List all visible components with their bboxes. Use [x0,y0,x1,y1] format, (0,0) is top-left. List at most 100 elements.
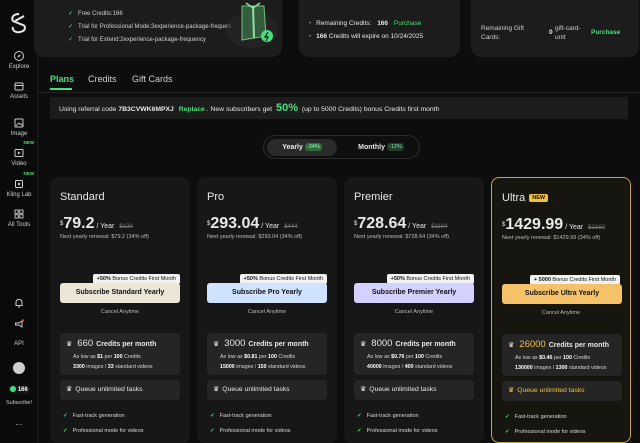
grid-icon [14,209,24,219]
monthly-discount-badge: -12% [386,143,404,151]
cancel-anytime-note: Cancel Anytime [541,310,581,316]
sidebar-item-assets[interactable]: Assets [0,80,38,100]
subscribe-label: Subscribe! [6,400,32,406]
gift-label: Remaining Gift Cards: [481,25,524,41]
renewal-note: Next yearly renewal: $728.64 (34% off) [354,234,449,240]
bell-button[interactable] [0,297,38,311]
sidebar: Explore Assets Image NEW Video NEW Kling… [0,0,38,443]
trial-line: ✓ Trial for Professional Mode:3experience… [68,24,231,30]
main-content: ✓ Free Credits:166 ✓ Trial for Professiona… [34,0,640,443]
check-icon: ✓ [68,11,74,17]
sidebar-item-video[interactable]: NEW Video [0,140,38,167]
credits-per-month: ♛ 26000 Credits per month [508,339,609,350]
check-icon: ✓ [63,428,68,434]
subscribe-pro-button[interactable]: Subscribe Pro Yearly [207,283,327,303]
queue-feature: ♛ Queue unlimited tasks [502,381,622,401]
cancel-anytime-note: Cancel Anytime [394,309,434,315]
plan-price: $1429.99/ Year $2160 [502,216,605,233]
original-price: $444 [284,224,298,230]
check-icon: ✓ [68,24,74,30]
api-label: API [14,341,24,347]
yearly-discount-badge: -34% [304,143,322,151]
check-icon: ✓ [505,414,510,420]
gift-count: 0 [549,29,553,36]
plan-card-pro: Pro $293.04/ Year $444 Next yearly renewa… [197,177,337,443]
sidebar-item-label: Assets [9,94,28,100]
purchase-gift-link[interactable]: Purchase [591,29,620,36]
subscribe-standard-button[interactable]: Subscribe Standard Yearly [60,283,180,303]
trial-card: ✓ Free Credits:166 ✓ Trial for Professiona… [34,0,282,57]
plan-name: Premier [354,191,393,203]
queue-feature: ♛ Queue unlimited tasks [354,380,474,400]
kling-logo[interactable] [9,12,29,34]
credits-card: • Remaining Credits: 166 Purchase • 166 … [299,0,460,57]
remaining-credits-value: 166 [377,20,389,27]
plan-card-premier: Premier $728.64/ Year $1104 Next yearly r… [344,177,484,443]
sidebar-item-all-tools[interactable]: All Tools [0,208,38,228]
referral-percent: 50% [275,102,298,114]
expire-count: 166 [316,33,327,40]
tab-gift-cards[interactable]: Gift Cards [132,74,173,84]
image-icon [14,118,24,128]
tab-credits[interactable]: Credits [88,74,117,84]
more-menu[interactable]: ... [0,418,38,427]
check-icon: ✓ [357,428,362,434]
plan-price: $728.64/ Year $1104 [354,215,448,232]
feature-item: ✓ Fast-track generation [357,413,419,419]
sidebar-item-image[interactable]: Image [0,117,38,137]
credit-rate: As low as $1 per 100 Credits [73,354,141,360]
sidebar-item-explore[interactable]: Explore [0,50,38,70]
monthly-option[interactable]: Monthly -12% [346,139,416,156]
more-icon: ... [15,418,23,427]
plan-name: Standard [60,191,105,203]
feature-item: ✓ Fast-track generation [505,414,567,420]
folder-icon [14,82,24,91]
credit-equivalents: 130000 images / 1300 standard videos [515,365,607,371]
plan-name: Pro [207,191,225,203]
subscribe-button[interactable]: 166 Subscribe! [0,385,38,406]
bell-icon [15,298,23,308]
credits-box: ♛ 8000 Credits per month As low as $0.76 p… [354,333,474,375]
new-badge: NEW [23,171,35,176]
sidebar-item-kling-lab[interactable]: NEW Kling Lab [0,171,38,198]
lab-icon [15,180,23,188]
credit-rate: As low as $0.46 per 100 Credits [515,355,591,361]
check-icon: ✓ [68,37,74,43]
credits-box: ♛ 3000 Credits per month As low as $0.81 p… [207,333,327,375]
feature-item: ✓ Fast-track generation [210,413,272,419]
referral-code: 7B3CVWK6MPXJ [118,106,174,113]
check-icon: ✓ [210,428,215,434]
credit-equivalents: 3300 images / 33 standard videos [73,364,153,370]
avatar-image [13,362,25,374]
check-icon: ✓ [357,413,362,419]
credits-box: ♛ 660 Credits per month As low as $1 per 1… [60,333,180,375]
crown-icon: ♛ [508,342,515,349]
credit-rate: As low as $0.76 per 100 Credits [367,354,443,360]
purchase-credits-link[interactable]: Purchase [394,20,421,27]
queue-feature: ♛ Queue unlimited tasks [60,380,180,400]
credit-equivalents: 40000 images / 400 standard videos [367,364,453,370]
tab-plans[interactable]: Plans [50,74,74,84]
compass-icon [14,51,24,61]
gift-card-panel: Remaining Gift Cards: 0 gift-card-unit Pu… [471,0,639,57]
replace-code-link[interactable]: Replace [179,106,205,113]
tabs-divider [38,92,640,93]
sidebar-item-label: Explore [8,64,30,70]
subscribe-premier-button[interactable]: Subscribe Premier Yearly [354,283,474,303]
feature-item: ✓ Professional mode for videos [505,429,586,435]
announcement-button[interactable] [0,318,38,332]
yearly-option[interactable]: Yearly -34% [267,139,337,156]
active-tab-indicator [50,88,72,90]
credits-per-month: ♛ 3000 Credits per month [213,338,309,349]
new-badge: NEW [529,194,549,202]
subscribe-ultra-button[interactable]: Subscribe Ultra Yearly [502,284,622,304]
renewal-note: Next yearly renewal: $1429.99 (34% off) [502,235,601,241]
credits-pill: 166 [7,385,31,394]
check-icon: ✓ [505,429,510,435]
crown-icon: ♛ [66,341,73,348]
plan-price: $79.2/ Year $120 [60,215,133,232]
crown-icon: ♛ [66,386,73,393]
avatar[interactable] [0,362,38,374]
api-link[interactable]: API [0,341,38,347]
crown-icon: ♛ [360,386,367,393]
